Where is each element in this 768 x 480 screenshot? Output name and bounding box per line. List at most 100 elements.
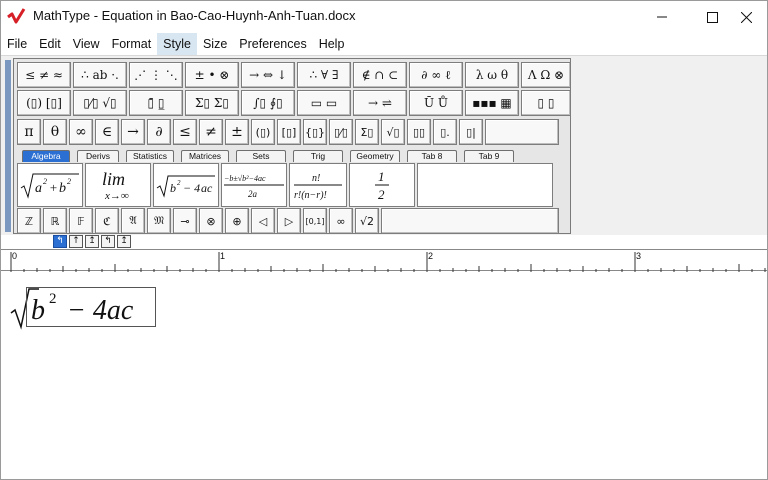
minimize-button[interactable] (639, 1, 685, 33)
align-button-2[interactable]: ↑ (69, 235, 83, 248)
fraktur-a-button[interactable]: 𝔄 (121, 208, 145, 234)
fences-palette-button[interactable]: (▯) [▯] (17, 90, 71, 116)
menu-style[interactable]: Style (157, 33, 197, 55)
arrow-button[interactable]: → (121, 119, 145, 145)
theta-button[interactable]: θ (43, 119, 67, 145)
template-one-half[interactable]: 1 2 (349, 163, 415, 207)
menu-format[interactable]: Format (106, 33, 158, 55)
embellishments-palette-button[interactable]: ⋰ ⋮ ⋱ (129, 62, 183, 88)
braces-button[interactable]: {▯} (303, 119, 327, 145)
pi-button[interactable]: π (17, 119, 41, 145)
reals-symbol-button[interactable]: ℝ (43, 208, 67, 234)
sqrt-button[interactable]: √▯ (381, 119, 405, 145)
subscripts-palette-button[interactable]: ▯̄ ▯̲ (129, 90, 183, 116)
template-binomial[interactable]: n! r!(n−r)! (289, 163, 347, 207)
matrices-palette-button[interactable]: ▪▪▪ ▦ (465, 90, 519, 116)
align-button-5[interactable]: ↥ (117, 235, 131, 248)
underscript-button[interactable]: ▯| (459, 119, 483, 145)
menu-help[interactable]: Help (313, 33, 351, 55)
relations-palette-button[interactable]: ≤ ≠ ≈ (17, 62, 71, 88)
boxes-palette-button[interactable]: ▯ ▯ (521, 90, 571, 116)
equation-editing-area[interactable]: b 2 − 4ac (1, 273, 767, 479)
menu-size[interactable]: Size (197, 33, 233, 55)
labeled-arrows-palette-button[interactable]: → ⇌ (353, 90, 407, 116)
align-button-4[interactable]: ↰ (101, 235, 115, 248)
arrows-palette-button[interactable]: → ⇔ ↓ (241, 62, 295, 88)
equation[interactable]: b 2 − 4ac (9, 287, 156, 330)
integers-symbol-button[interactable]: ℤ (17, 208, 41, 234)
brackets-button[interactable]: [▯] (277, 119, 301, 145)
less-equal-button[interactable]: ≤ (173, 119, 197, 145)
set-theory-palette-button[interactable]: ∉ ∩ ⊂ (353, 62, 407, 88)
close-icon (740, 11, 752, 23)
interval-button[interactable]: [0,1] (303, 208, 327, 234)
fraktur-c-button[interactable]: ℭ (95, 208, 119, 234)
svg-text:a: a (35, 181, 42, 196)
element-of-button[interactable]: ∈ (95, 119, 119, 145)
mathtype-logo-icon (7, 8, 26, 24)
fraktur-m-button[interactable]: 𝔐 (147, 208, 171, 234)
overbars-palette-button[interactable]: ▭ ▭ (297, 90, 351, 116)
title-bar[interactable]: MathType - Equation in Bao-Cao-Huynh-Anh… (1, 1, 767, 33)
sum-button[interactable]: Σ▯ (355, 119, 379, 145)
infinity-button[interactable]: ∞ (69, 119, 93, 145)
template-sqrt-b2-4ac[interactable]: b 2 − 4 ac (153, 163, 219, 207)
menu-preferences[interactable]: Preferences (233, 33, 312, 55)
subscript-button[interactable]: ▯. (433, 119, 457, 145)
greek-upper-palette-button[interactable]: Λ Ω ⊗ (521, 62, 571, 88)
user-symbols-row: ℤ ℝ 𝔽 ℭ 𝔄 𝔐 ⊸ ⊗ ⊕ ◁ ▷ [0,1] ∞ √2 (17, 208, 561, 234)
menu-view[interactable]: View (67, 33, 106, 55)
small-bar-empty-slot[interactable] (485, 119, 559, 145)
menu-edit[interactable]: Edit (33, 33, 67, 55)
summation-palette-button[interactable]: Σ▯ Σ▯ (185, 90, 239, 116)
algebra-templates: a 2 + b 2 lim x→∞ b 2 − 4 ac −b±√b²−4ac … (17, 163, 555, 207)
tab-derivs[interactable]: Derivs (77, 150, 119, 162)
align-button-3[interactable]: ↥ (85, 235, 99, 248)
tab-trig[interactable]: Trig (293, 150, 343, 162)
template-empty-slot[interactable] (417, 163, 553, 207)
plus-minus-button[interactable]: ± (225, 119, 249, 145)
template-quadratic-formula[interactable]: −b±√b²−4ac 2a (221, 163, 287, 207)
template-sqrt-a2-b2[interactable]: a 2 + b 2 (17, 163, 83, 207)
tab-geometry[interactable]: Geometry (350, 150, 400, 162)
svg-text:2: 2 (177, 179, 181, 187)
svg-text:− 4: − 4 (183, 181, 200, 195)
partial-button[interactable]: ∂ (147, 119, 171, 145)
integrals-palette-button[interactable]: ∫▯ ∮▯ (241, 90, 295, 116)
products-palette-button[interactable]: Ū Ů (409, 90, 463, 116)
sqrt2-button[interactable]: √2 (355, 208, 379, 234)
ruler-label-3: 3 (636, 251, 642, 261)
tab-9[interactable]: Tab 9 (464, 150, 514, 162)
template-limit[interactable]: lim x→∞ (85, 163, 151, 207)
tab-algebra[interactable]: Algebra (22, 150, 70, 162)
fraktur-f-button[interactable]: 𝔽 (69, 208, 93, 234)
misc-symbols-palette-button[interactable]: ∂ ∞ ℓ (409, 62, 463, 88)
operators-palette-button[interactable]: ± • ⊗ (185, 62, 239, 88)
greek-lower-palette-button[interactable]: λ ω θ (465, 62, 519, 88)
circled-times-button[interactable]: ⊗ (199, 208, 223, 234)
parentheses-button[interactable]: (▯) (251, 119, 275, 145)
tab-8[interactable]: Tab 8 (407, 150, 457, 162)
ruler[interactable]: 0 1 2 3 (1, 249, 767, 272)
menu-file[interactable]: File (1, 33, 33, 55)
close-button[interactable] (723, 1, 768, 33)
right-triangle-button[interactable]: ▷ (277, 208, 301, 234)
svg-text:lim: lim (102, 169, 125, 189)
toolbar-empty-area (573, 58, 765, 234)
left-triangle-button[interactable]: ◁ (251, 208, 275, 234)
not-equal-button[interactable]: ≠ (199, 119, 223, 145)
infinity-user-button[interactable]: ∞ (329, 208, 353, 234)
fraction-button[interactable]: ▯⁄▯ (329, 119, 353, 145)
circled-plus-button[interactable]: ⊕ (225, 208, 249, 234)
align-button-1[interactable]: ↰ (53, 235, 67, 248)
fractions-radicals-palette-button[interactable]: ▯⁄▯ √▯ (73, 90, 127, 116)
multimap-button[interactable]: ⊸ (173, 208, 197, 234)
tab-statistics[interactable]: Statistics (126, 150, 174, 162)
spaces-palette-button[interactable]: ∴ ab ·. (73, 62, 127, 88)
user-symbols-empty-slot[interactable] (381, 208, 559, 234)
logic-palette-button[interactable]: ∴ ∀ ∃ (297, 62, 351, 88)
superscript-button[interactable]: ▯▯ (407, 119, 431, 145)
tab-sets[interactable]: Sets (236, 150, 286, 162)
palette-drag-handle[interactable] (5, 60, 11, 232)
tab-matrices[interactable]: Matrices (181, 150, 229, 162)
